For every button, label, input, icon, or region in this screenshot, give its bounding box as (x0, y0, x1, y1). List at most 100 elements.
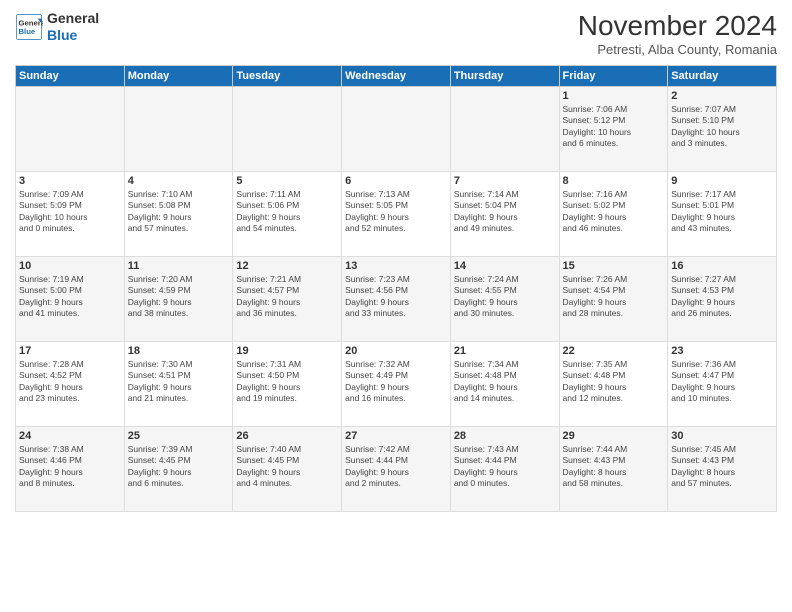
day-number: 5 (236, 175, 338, 187)
page-header: General Blue General Blue November 2024 … (15, 10, 777, 57)
day-number: 13 (345, 260, 447, 272)
day-number: 10 (19, 260, 121, 272)
day-info: Sunrise: 7:16 AM Sunset: 5:02 PM Dayligh… (563, 189, 665, 235)
day-number: 24 (19, 430, 121, 442)
calendar-cell: 22Sunrise: 7:35 AM Sunset: 4:48 PM Dayli… (559, 342, 668, 427)
day-number: 17 (19, 345, 121, 357)
calendar-cell: 17 Sunrise: 7:28 AM Sunset: 4:52 PM Dayli… (16, 342, 125, 427)
day-number: 11 (128, 260, 230, 272)
day-info: Sunrise: 7:42 AM Sunset: 4:44 PM Dayligh… (345, 444, 447, 490)
day-info: Sunrise: 7:24 AM Sunset: 4:55 PM Dayligh… (454, 274, 556, 320)
day-info: Sunrise: 7:28 AM Sunset: 4:52 PM Dayligh… (19, 359, 121, 405)
logo-text: General Blue (47, 10, 99, 44)
calendar-cell: 10 Sunrise: 7:19 AM Sunset: 5:00 PM Dayli… (16, 257, 125, 342)
day-header-monday: Monday (124, 66, 233, 87)
calendar-cell (233, 87, 342, 172)
day-info: Sunrise: 7:23 AM Sunset: 4:56 PM Dayligh… (345, 274, 447, 320)
calendar-cell: 11 Sunrise: 7:20 AM Sunset: 4:59 PM Dayli… (124, 257, 233, 342)
calendar-cell: 13 Sunrise: 7:23 AM Sunset: 4:56 PM Dayli… (342, 257, 451, 342)
calendar-week-row: 1Sunrise: 7:06 AM Sunset: 5:12 PM Daylig… (16, 87, 777, 172)
day-number: 20 (345, 345, 447, 357)
calendar-cell: 30 Sunrise: 7:45 AM Sunset: 4:43 PM Dayli… (668, 427, 777, 512)
calendar-cell: 27 Sunrise: 7:42 AM Sunset: 4:44 PM Dayli… (342, 427, 451, 512)
day-number: 4 (128, 175, 230, 187)
calendar-cell: 25 Sunrise: 7:39 AM Sunset: 4:45 PM Dayli… (124, 427, 233, 512)
day-info: Sunrise: 7:36 AM Sunset: 4:47 PM Dayligh… (671, 359, 773, 405)
day-info: Sunrise: 7:19 AM Sunset: 5:00 PM Dayligh… (19, 274, 121, 320)
day-info: Sunrise: 7:26 AM Sunset: 4:54 PM Dayligh… (563, 274, 665, 320)
day-number: 2 (671, 90, 773, 102)
day-info: Sunrise: 7:17 AM Sunset: 5:01 PM Dayligh… (671, 189, 773, 235)
day-number: 21 (454, 345, 556, 357)
day-number: 26 (236, 430, 338, 442)
day-header-tuesday: Tuesday (233, 66, 342, 87)
calendar-cell: 1Sunrise: 7:06 AM Sunset: 5:12 PM Daylig… (559, 87, 668, 172)
calendar-cell: 23Sunrise: 7:36 AM Sunset: 4:47 PM Dayli… (668, 342, 777, 427)
day-number: 28 (454, 430, 556, 442)
title-block: November 2024 Petresti, Alba County, Rom… (578, 10, 777, 57)
calendar-cell: 6 Sunrise: 7:13 AM Sunset: 5:05 PM Daylig… (342, 172, 451, 257)
day-info: Sunrise: 7:11 AM Sunset: 5:06 PM Dayligh… (236, 189, 338, 235)
day-number: 6 (345, 175, 447, 187)
calendar-cell: 14 Sunrise: 7:24 AM Sunset: 4:55 PM Dayli… (450, 257, 559, 342)
day-number: 25 (128, 430, 230, 442)
day-number: 8 (563, 175, 665, 187)
day-info: Sunrise: 7:38 AM Sunset: 4:46 PM Dayligh… (19, 444, 121, 490)
calendar-cell: 20 Sunrise: 7:32 AM Sunset: 4:49 PM Dayli… (342, 342, 451, 427)
calendar-cell (342, 87, 451, 172)
day-info: Sunrise: 7:10 AM Sunset: 5:08 PM Dayligh… (128, 189, 230, 235)
day-info: Sunrise: 7:32 AM Sunset: 4:49 PM Dayligh… (345, 359, 447, 405)
day-number: 15 (563, 260, 665, 272)
calendar-cell: 12Sunrise: 7:21 AM Sunset: 4:57 PM Dayli… (233, 257, 342, 342)
day-info: Sunrise: 7:45 AM Sunset: 4:43 PM Dayligh… (671, 444, 773, 490)
calendar-cell: 19 Sunrise: 7:31 AM Sunset: 4:50 PM Dayli… (233, 342, 342, 427)
svg-text:Blue: Blue (19, 27, 36, 36)
logo-icon: General Blue (15, 13, 43, 41)
day-number: 7 (454, 175, 556, 187)
day-info: Sunrise: 7:44 AM Sunset: 4:43 PM Dayligh… (563, 444, 665, 490)
calendar-cell: 8 Sunrise: 7:16 AM Sunset: 5:02 PM Daylig… (559, 172, 668, 257)
calendar-cell: 9 Sunrise: 7:17 AM Sunset: 5:01 PM Daylig… (668, 172, 777, 257)
day-info: Sunrise: 7:40 AM Sunset: 4:45 PM Dayligh… (236, 444, 338, 490)
day-info: Sunrise: 7:21 AM Sunset: 4:57 PM Dayligh… (236, 274, 338, 320)
day-number: 30 (671, 430, 773, 442)
day-number: 9 (671, 175, 773, 187)
calendar-cell: 16Sunrise: 7:27 AM Sunset: 4:53 PM Dayli… (668, 257, 777, 342)
day-number: 16 (671, 260, 773, 272)
calendar-week-row: 24 Sunrise: 7:38 AM Sunset: 4:46 PM Dayli… (16, 427, 777, 512)
calendar-week-row: 17 Sunrise: 7:28 AM Sunset: 4:52 PM Dayli… (16, 342, 777, 427)
day-info: Sunrise: 7:39 AM Sunset: 4:45 PM Dayligh… (128, 444, 230, 490)
calendar-cell: 7Sunrise: 7:14 AM Sunset: 5:04 PM Daylig… (450, 172, 559, 257)
day-header-friday: Friday (559, 66, 668, 87)
day-number: 18 (128, 345, 230, 357)
calendar-cell: 29 Sunrise: 7:44 AM Sunset: 4:43 PM Dayli… (559, 427, 668, 512)
day-info: Sunrise: 7:13 AM Sunset: 5:05 PM Dayligh… (345, 189, 447, 235)
day-header-saturday: Saturday (668, 66, 777, 87)
day-number: 29 (563, 430, 665, 442)
day-number: 27 (345, 430, 447, 442)
calendar-cell: 3 Sunrise: 7:09 AM Sunset: 5:09 PM Daylig… (16, 172, 125, 257)
day-info: Sunrise: 7:35 AM Sunset: 4:48 PM Dayligh… (563, 359, 665, 405)
day-info: Sunrise: 7:31 AM Sunset: 4:50 PM Dayligh… (236, 359, 338, 405)
calendar-cell: 4 Sunrise: 7:10 AM Sunset: 5:08 PM Daylig… (124, 172, 233, 257)
calendar-cell (16, 87, 125, 172)
logo: General Blue General Blue (15, 10, 99, 44)
calendar-cell: 15 Sunrise: 7:26 AM Sunset: 4:54 PM Dayli… (559, 257, 668, 342)
calendar-week-row: 3 Sunrise: 7:09 AM Sunset: 5:09 PM Daylig… (16, 172, 777, 257)
calendar-cell: 18 Sunrise: 7:30 AM Sunset: 4:51 PM Dayli… (124, 342, 233, 427)
calendar-table: SundayMondayTuesdayWednesdayThursdayFrid… (15, 65, 777, 512)
day-info: Sunrise: 7:30 AM Sunset: 4:51 PM Dayligh… (128, 359, 230, 405)
day-number: 19 (236, 345, 338, 357)
day-header-sunday: Sunday (16, 66, 125, 87)
day-header-wednesday: Wednesday (342, 66, 451, 87)
location-subtitle: Petresti, Alba County, Romania (578, 42, 777, 57)
day-info: Sunrise: 7:34 AM Sunset: 4:48 PM Dayligh… (454, 359, 556, 405)
day-number: 14 (454, 260, 556, 272)
day-number: 3 (19, 175, 121, 187)
day-header-thursday: Thursday (450, 66, 559, 87)
calendar-cell (124, 87, 233, 172)
day-info: Sunrise: 7:09 AM Sunset: 5:09 PM Dayligh… (19, 189, 121, 235)
calendar-cell (450, 87, 559, 172)
day-info: Sunrise: 7:20 AM Sunset: 4:59 PM Dayligh… (128, 274, 230, 320)
calendar-cell: 24 Sunrise: 7:38 AM Sunset: 4:46 PM Dayli… (16, 427, 125, 512)
